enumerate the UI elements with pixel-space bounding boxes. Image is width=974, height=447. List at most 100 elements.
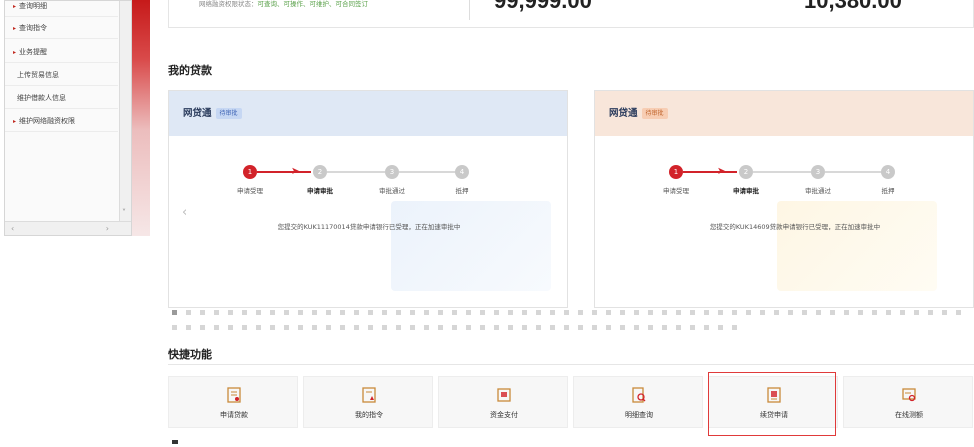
carousel-dot[interactable] — [270, 325, 275, 330]
carousel-dot[interactable] — [676, 310, 681, 315]
carousel-dot[interactable] — [200, 310, 205, 315]
loan-card[interactable]: 网贷通 待审批 1 ➤ 2 3 4 申请受理 申请审批 审批通过 抵押 您提交的K… — [594, 90, 974, 308]
carousel-dot[interactable] — [298, 325, 303, 330]
carousel-dot[interactable] — [732, 325, 737, 330]
carousel-dot[interactable] — [326, 310, 331, 315]
carousel-dot[interactable] — [662, 310, 667, 315]
carousel-dot[interactable] — [522, 325, 527, 330]
carousel-dot[interactable] — [424, 310, 429, 315]
carousel-dot[interactable] — [396, 325, 401, 330]
carousel-dot[interactable] — [242, 325, 247, 330]
carousel-dot[interactable] — [592, 310, 597, 315]
carousel-dot[interactable] — [270, 310, 275, 315]
carousel-dot[interactable] — [578, 325, 583, 330]
carousel-dot[interactable] — [312, 310, 317, 315]
carousel-dot[interactable] — [564, 325, 569, 330]
carousel-dot[interactable] — [214, 325, 219, 330]
quick-my-instruction-button[interactable]: 我的指令 — [303, 376, 433, 428]
carousel-dot[interactable] — [774, 310, 779, 315]
carousel-dot[interactable] — [578, 310, 583, 315]
quick-online-quota-button[interactable]: 在线测额 — [843, 376, 973, 428]
carousel-dot[interactable] — [816, 310, 821, 315]
sidebar-item-business-reminder[interactable]: ▸ 业务提醒 — [5, 41, 118, 63]
carousel-dot[interactable] — [634, 310, 639, 315]
sidebar-vertical-scrollbar[interactable]: ˅ — [119, 1, 131, 221]
carousel-dot[interactable] — [438, 325, 443, 330]
carousel-dot[interactable] — [746, 310, 751, 315]
carousel-dot[interactable] — [326, 325, 331, 330]
carousel-dot[interactable] — [256, 310, 261, 315]
carousel-dot[interactable] — [522, 310, 527, 315]
carousel-dot[interactable] — [256, 325, 261, 330]
carousel-dot[interactable] — [648, 310, 653, 315]
carousel-dot[interactable] — [298, 310, 303, 315]
carousel-dot[interactable] — [354, 310, 359, 315]
carousel-dot[interactable] — [760, 310, 765, 315]
carousel-dot[interactable] — [606, 310, 611, 315]
carousel-dot[interactable] — [508, 310, 513, 315]
carousel-dot[interactable] — [886, 310, 891, 315]
carousel-dot[interactable] — [690, 325, 695, 330]
carousel-dot[interactable] — [830, 310, 835, 315]
carousel-dot[interactable] — [228, 325, 233, 330]
quick-payment-button[interactable]: 资金支付 — [438, 376, 568, 428]
carousel-dot[interactable] — [466, 310, 471, 315]
chevron-right-icon[interactable]: › — [106, 224, 109, 233]
carousel-dot[interactable] — [914, 310, 919, 315]
carousel-dot[interactable] — [438, 310, 443, 315]
carousel-dot[interactable] — [214, 310, 219, 315]
carousel-dot[interactable] — [242, 310, 247, 315]
carousel-dot[interactable] — [690, 310, 695, 315]
carousel-dot[interactable] — [354, 325, 359, 330]
carousel-dot[interactable] — [592, 325, 597, 330]
carousel-dot[interactable] — [620, 310, 625, 315]
carousel-dot[interactable] — [410, 325, 415, 330]
carousel-dot[interactable] — [620, 325, 625, 330]
carousel-dot[interactable] — [200, 325, 205, 330]
carousel-dot[interactable] — [536, 325, 541, 330]
carousel-dot[interactable] — [662, 325, 667, 330]
quick-detail-query-button[interactable]: 明细查询 — [573, 376, 703, 428]
carousel-dot[interactable] — [312, 325, 317, 330]
carousel-dot[interactable] — [858, 310, 863, 315]
carousel-dot[interactable] — [928, 310, 933, 315]
carousel-dot[interactable] — [844, 310, 849, 315]
carousel-dot[interactable] — [802, 310, 807, 315]
carousel-dot[interactable] — [284, 325, 289, 330]
carousel-dot[interactable] — [788, 310, 793, 315]
carousel-dot[interactable] — [508, 325, 513, 330]
carousel-dot[interactable] — [550, 325, 555, 330]
sidebar-item-financing-permission[interactable]: ▸ 维护网络融资权限 — [5, 110, 118, 132]
carousel-dot[interactable] — [452, 310, 457, 315]
sidebar-horizontal-scrollbar[interactable]: ‹ › — [5, 221, 131, 235]
carousel-dot[interactable] — [382, 325, 387, 330]
quick-apply-loan-button[interactable]: 申请贷款 — [168, 376, 298, 428]
carousel-dot[interactable] — [494, 310, 499, 315]
carousel-dot[interactable] — [186, 325, 191, 330]
carousel-dot[interactable] — [368, 310, 373, 315]
carousel-dot[interactable] — [382, 310, 387, 315]
carousel-dot[interactable] — [942, 310, 947, 315]
carousel-dot[interactable] — [452, 325, 457, 330]
carousel-dot[interactable] — [228, 310, 233, 315]
carousel-dot[interactable] — [424, 325, 429, 330]
carousel-dot[interactable] — [956, 310, 961, 315]
carousel-dot[interactable] — [186, 310, 191, 315]
carousel-dot[interactable] — [648, 325, 653, 330]
carousel-dot[interactable] — [172, 310, 177, 315]
sidebar-item-instruction-query[interactable]: ▸ 查询指令 — [5, 17, 118, 39]
carousel-dot[interactable] — [732, 310, 737, 315]
carousel-prev-icon[interactable]: ‹ — [182, 205, 187, 220]
carousel-dot[interactable] — [676, 325, 681, 330]
carousel-dot[interactable] — [704, 310, 709, 315]
carousel-dot[interactable] — [704, 325, 709, 330]
carousel-dot[interactable] — [368, 325, 373, 330]
loan-card[interactable]: 网贷通 待审批 1 ➤ 2 3 4 申请受理 申请审批 审批通过 抵押 您提交的K… — [168, 90, 568, 308]
chevron-down-icon[interactable]: ˅ — [122, 208, 126, 217]
sidebar-item-detail-query[interactable]: ▸ 查询明细 — [5, 0, 118, 17]
carousel-dot[interactable] — [480, 310, 485, 315]
carousel-dot[interactable] — [900, 310, 905, 315]
carousel-dot[interactable] — [494, 325, 499, 330]
carousel-dot[interactable] — [396, 310, 401, 315]
sidebar-item-borrower-info[interactable]: 维护借款人信息 — [5, 87, 118, 109]
